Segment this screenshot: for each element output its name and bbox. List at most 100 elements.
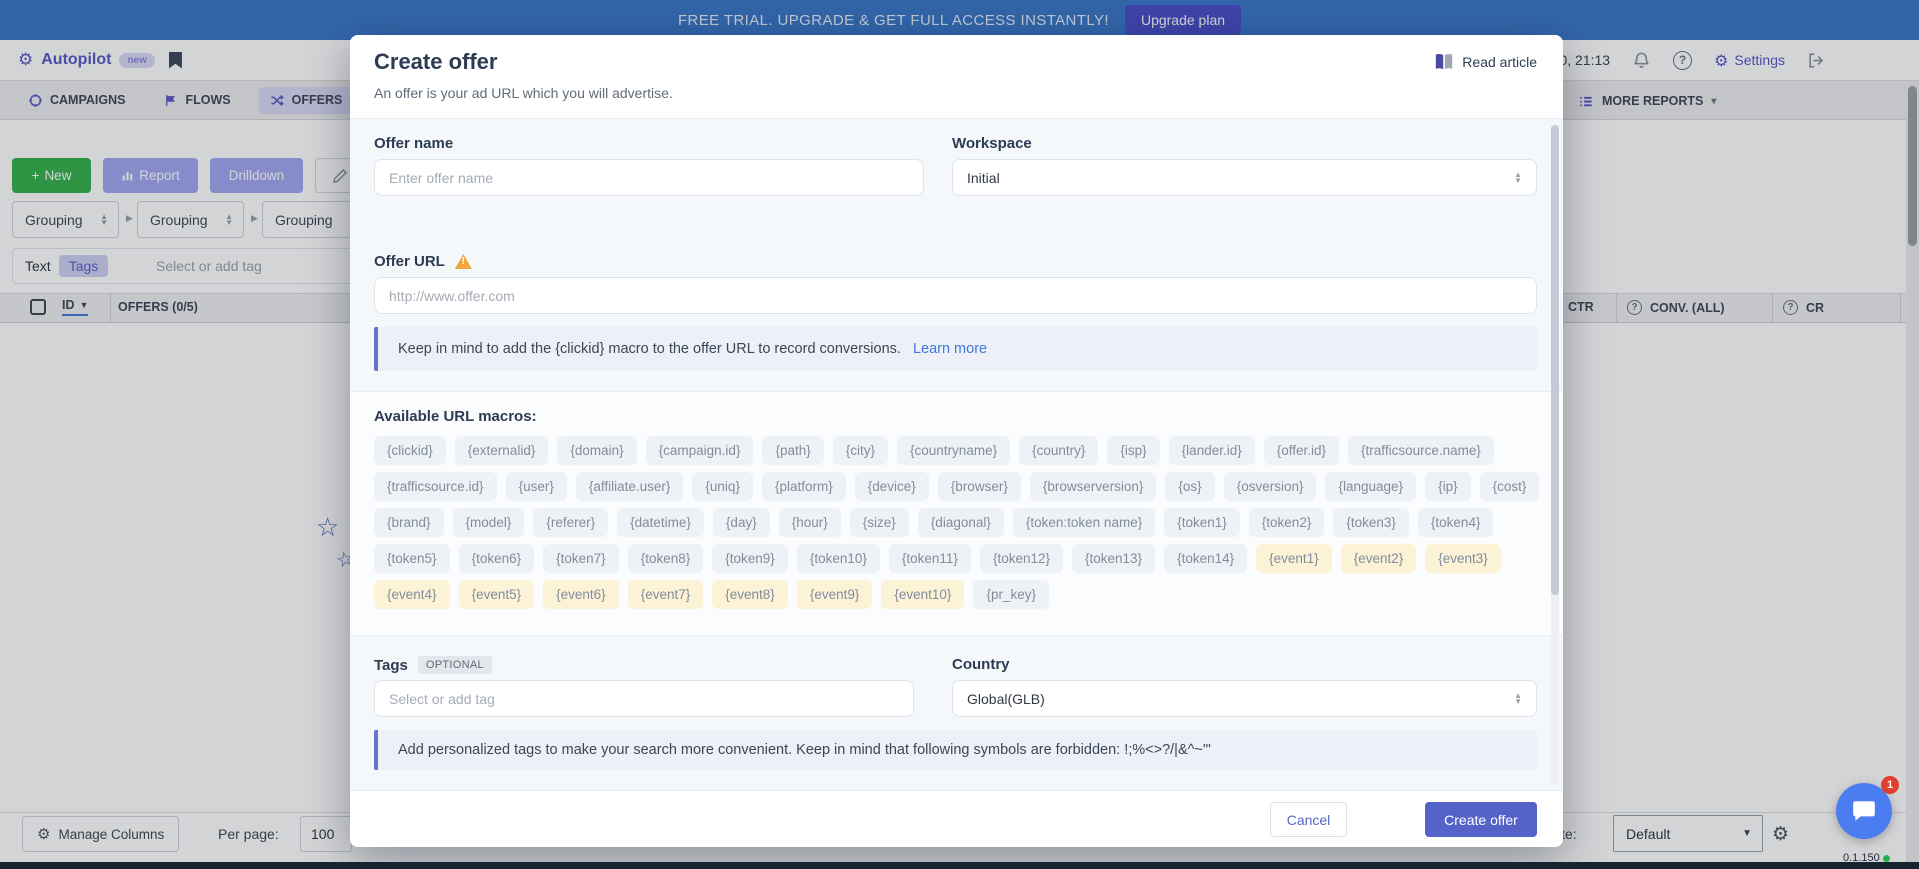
macro-chip[interactable]: {token13}: [1072, 544, 1155, 573]
macro-chip[interactable]: {language}: [1325, 472, 1416, 501]
macro-chip[interactable]: {token6}: [459, 544, 535, 573]
macro-chip-list: {clickid} {externalid} {domain} {campaign.i…: [374, 436, 1540, 609]
macro-chip[interactable]: {cost}: [1480, 472, 1540, 501]
tags-label: Tags OPTIONAL: [374, 656, 492, 674]
macro-chip[interactable]: {browserversion}: [1030, 472, 1157, 501]
macro-chip[interactable]: {event3}: [1425, 544, 1501, 573]
macro-chip[interactable]: {user}: [506, 472, 567, 501]
offer-url-label: Offer URL: [374, 253, 472, 270]
country-select[interactable]: Global(GLB) ▲▼: [952, 680, 1537, 717]
workspace-select[interactable]: Initial ▲▼: [952, 159, 1537, 196]
tags-note-text: Add personalized tags to make your searc…: [398, 742, 1211, 758]
macro-chip[interactable]: {token2}: [1249, 508, 1325, 537]
macro-chip[interactable]: {isp}: [1107, 436, 1159, 465]
modal-subtitle: An offer is your ad URL which you will a…: [374, 85, 673, 101]
status-dot: [1883, 855, 1890, 862]
macro-chip[interactable]: {country}: [1019, 436, 1098, 465]
offer-name-label: Offer name: [374, 135, 453, 152]
chat-icon: [1851, 798, 1877, 824]
macro-chip[interactable]: {token9}: [712, 544, 788, 573]
macros-title: Available URL macros:: [374, 408, 537, 425]
macro-chip[interactable]: {countryname}: [897, 436, 1010, 465]
macro-chip[interactable]: {event8}: [712, 580, 788, 609]
offer-name-input[interactable]: [374, 159, 924, 196]
macro-chip[interactable]: {token11}: [889, 544, 971, 573]
macro-chip[interactable]: {event9}: [797, 580, 873, 609]
macro-chip[interactable]: {event4}: [374, 580, 450, 609]
macro-chip[interactable]: {event1}: [1256, 544, 1332, 573]
macro-chip[interactable]: {token1}: [1164, 508, 1240, 537]
macro-chip[interactable]: {lander.id}: [1169, 436, 1255, 465]
macro-chip[interactable]: {brand}: [374, 508, 444, 537]
macro-chip[interactable]: {browser}: [938, 472, 1021, 501]
macro-chip[interactable]: {device}: [855, 472, 929, 501]
macro-chip[interactable]: {clickid}: [374, 436, 446, 465]
macro-chip[interactable]: {event7}: [628, 580, 704, 609]
macro-chip[interactable]: {token8}: [628, 544, 704, 573]
macro-chip[interactable]: {ip}: [1425, 472, 1471, 501]
optional-badge: OPTIONAL: [418, 656, 492, 674]
read-article-link[interactable]: Read article: [1434, 53, 1537, 71]
modal-body: Offer name Workspace Initial ▲▼ Offer UR…: [350, 118, 1563, 790]
macro-chip[interactable]: {datetime}: [617, 508, 704, 537]
updown-chevrons-icon: ▲▼: [1514, 172, 1522, 184]
macro-chip[interactable]: {size}: [850, 508, 909, 537]
offer-url-input[interactable]: [374, 277, 1537, 314]
warning-icon: [455, 254, 472, 269]
macro-chip[interactable]: {domain}: [557, 436, 636, 465]
macro-chip[interactable]: {day}: [713, 508, 770, 537]
macro-chip[interactable]: {campaign.id}: [646, 436, 754, 465]
macro-chip[interactable]: {token5}: [374, 544, 450, 573]
macro-chip[interactable]: {model}: [453, 508, 525, 537]
macro-chip[interactable]: {token7}: [543, 544, 619, 573]
book-icon: [1434, 53, 1454, 71]
macro-chip[interactable]: {trafficsource.id}: [374, 472, 497, 501]
updown-chevrons-icon: ▲▼: [1514, 693, 1522, 705]
clickid-note-text: Keep in mind to add the {clickid} macro …: [398, 341, 901, 357]
workspace-select-value: Initial: [967, 170, 1000, 186]
bottom-strip: [0, 862, 1919, 869]
workspace-label: Workspace: [952, 135, 1032, 152]
macro-chip[interactable]: {city}: [833, 436, 888, 465]
macro-chip[interactable]: {platform}: [762, 472, 846, 501]
app-page: FREE TRIAL. UPGRADE & GET FULL ACCESS IN…: [0, 0, 1919, 869]
macro-chip[interactable]: {osversion}: [1224, 472, 1317, 501]
macro-chip[interactable]: {os}: [1165, 472, 1214, 501]
modal-header: Create offer An offer is your ad URL whi…: [350, 35, 1563, 118]
macro-chip[interactable]: {token4}: [1418, 508, 1494, 537]
create-offer-modal: Create offer An offer is your ad URL whi…: [350, 35, 1563, 847]
macro-chip[interactable]: {uniq}: [692, 472, 753, 501]
modal-scrollbar-thumb[interactable]: [1551, 125, 1559, 595]
macro-chip[interactable]: {diagonal}: [918, 508, 1004, 537]
macro-chip[interactable]: {trafficsource.name}: [1348, 436, 1494, 465]
create-offer-button[interactable]: Create offer: [1425, 802, 1537, 837]
read-article-label: Read article: [1462, 54, 1537, 70]
tags-input[interactable]: [374, 680, 914, 717]
tags-note: Add personalized tags to make your searc…: [374, 730, 1537, 770]
clickid-note: Keep in mind to add the {clickid} macro …: [374, 327, 1537, 371]
macro-chip[interactable]: {offer.id}: [1264, 436, 1339, 465]
macro-chip[interactable]: {externalid}: [455, 436, 549, 465]
macro-chip[interactable]: {token3}: [1333, 508, 1409, 537]
country-select-value: Global(GLB): [967, 691, 1045, 707]
macro-chip[interactable]: {event10}: [881, 580, 964, 609]
macro-chip[interactable]: {affiliate.user}: [576, 472, 684, 501]
chat-badge: 1: [1881, 776, 1899, 794]
country-label: Country: [952, 656, 1010, 673]
macro-chip[interactable]: {path}: [762, 436, 823, 465]
macro-chip[interactable]: {event6}: [543, 580, 619, 609]
macro-chip[interactable]: {token:token name}: [1013, 508, 1155, 537]
macro-chip[interactable]: {token12}: [980, 544, 1063, 573]
macro-chip[interactable]: {referer}: [533, 508, 608, 537]
macro-chip[interactable]: {event2}: [1341, 544, 1417, 573]
offer-url-label-text: Offer URL: [374, 253, 445, 270]
macro-chip[interactable]: {hour}: [779, 508, 841, 537]
modal-footer: Cancel Create offer: [350, 790, 1563, 847]
learn-more-link[interactable]: Learn more: [913, 341, 987, 357]
macro-chip[interactable]: {token14}: [1164, 544, 1247, 573]
macro-chip[interactable]: {token10}: [797, 544, 880, 573]
macro-chip[interactable]: {pr_key}: [973, 580, 1049, 609]
tags-label-text: Tags: [374, 657, 408, 674]
macro-chip[interactable]: {event5}: [459, 580, 535, 609]
cancel-button[interactable]: Cancel: [1270, 802, 1347, 837]
